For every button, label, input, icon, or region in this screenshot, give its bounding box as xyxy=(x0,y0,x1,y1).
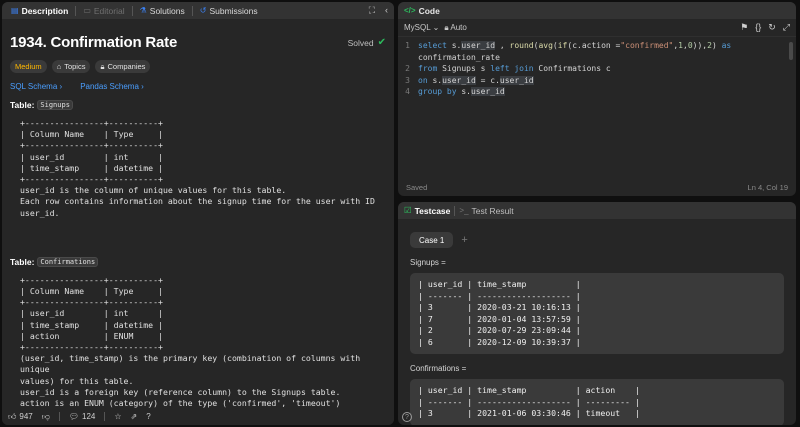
code-toolbar: MySQL ⌄ 🔒︎ Auto ⚑ {} ↻ ⤢ xyxy=(398,19,796,37)
cursor-position: Ln 4, Col 19 xyxy=(747,182,788,192)
chevron-right-icon: › xyxy=(59,82,63,91)
tab-testcase[interactable]: ☑ Testcase xyxy=(404,205,450,216)
help-icon[interactable]: ? xyxy=(146,412,150,421)
help-icon[interactable]: ? xyxy=(402,412,412,422)
document-icon: ▤ xyxy=(11,6,19,15)
description-footer: 👍︎ 947 👎︎ 💬︎ 124 ☆ ⇗ ? xyxy=(2,408,394,425)
description-panel: ▤ Description ▭ Editorial ⚗ Solutions ↺ … xyxy=(2,2,394,425)
language-select[interactable]: MySQL ⌄ xyxy=(404,23,439,32)
schema-links: SQL Schema › Pandas Schema › xyxy=(10,82,386,91)
description-content: 1934. Confirmation Rate Solved ✔ Medium … xyxy=(2,19,394,408)
maximize-icon[interactable]: ⛶ xyxy=(369,5,375,16)
companies-badge[interactable]: 🔒︎ Companies xyxy=(95,60,151,73)
code-line: 4 group by s.user_id xyxy=(405,87,505,96)
expand-icon[interactable]: ⤢ xyxy=(783,22,790,33)
thumbs-up-icon: 👍︎ xyxy=(8,411,17,421)
case-tabs: Case 1 + xyxy=(410,232,796,248)
book-icon: ▭ xyxy=(83,6,91,15)
testcase-panel: ☑ Testcase >_ Test Result Case 1 + Signu… xyxy=(398,202,796,425)
code-line: 2 from Signups s left join Confirmations… xyxy=(405,64,611,73)
tab-solutions[interactable]: ⚗ Solutions xyxy=(137,6,188,16)
code-line: 3 on s.user_id = c.user_id xyxy=(405,75,534,85)
divider xyxy=(75,5,77,16)
table-title-signups: Table: Signups xyxy=(10,100,386,110)
title-row: 1934. Confirmation Rate Solved ✔ xyxy=(10,34,386,51)
divider xyxy=(58,412,60,421)
chevron-down-icon: ⌄ xyxy=(432,23,440,32)
code-line: 1 select s.user_id , round(avg(if(c.acti… xyxy=(405,41,732,50)
editor-status-bar: Saved Ln 4, Col 19 xyxy=(406,182,788,192)
signups-schema: +----------------+----------+ | Column N… xyxy=(20,118,163,185)
code-line-text: on s.user_id = c.user_id xyxy=(418,75,534,85)
flask-icon: ⚗ xyxy=(139,6,147,15)
editor-scrollbar[interactable] xyxy=(789,42,793,60)
thumbs-down-icon[interactable]: 👎︎ xyxy=(42,412,50,422)
tab-code[interactable]: Code xyxy=(419,6,440,16)
terminal-icon: >_ xyxy=(459,206,469,215)
share-icon[interactable]: ⇗ xyxy=(131,412,138,421)
chevron-right-icon: › xyxy=(141,82,144,91)
code-panel: </> Code MySQL ⌄ 🔒︎ Auto ⚑ {} ↻ ⤢ 1 sele… xyxy=(398,2,796,196)
confirmations-description: (user_id, time_stamp) is the primary key… xyxy=(20,353,361,408)
lock-icon: 🔒︎ xyxy=(444,22,449,32)
code-line: confirmation_rate xyxy=(398,52,796,64)
sql-schema-link[interactable]: SQL Schema › xyxy=(10,82,62,91)
confirmations-input[interactable]: | user_id | time_stamp | action | | ----… xyxy=(410,379,784,425)
auto-mode-toggle[interactable]: 🔒︎ Auto xyxy=(444,23,467,33)
divider xyxy=(454,205,456,216)
tab-description[interactable]: ▤ Description xyxy=(8,6,71,16)
testcase-tab-bar: ☑ Testcase >_ Test Result xyxy=(398,202,796,219)
checkbox-icon: ☑ xyxy=(404,205,412,215)
code-line-text: group by s.user_id xyxy=(418,87,505,96)
signups-input[interactable]: | user_id | time_stamp | | ------- | ---… xyxy=(410,273,784,354)
table-name-chip: Confirmations xyxy=(37,256,99,267)
confirmations-table-text: | user_id | time_stamp | action | | ----… xyxy=(418,385,640,418)
tag-icon: ⌂ xyxy=(56,62,62,71)
signups-description: user_id is the column of unique values f… xyxy=(20,185,375,218)
code-line-text: confirmation_rate xyxy=(418,52,500,62)
comment-icon: 💬︎ xyxy=(68,412,80,421)
table-title-confirmations: Table: Confirmations xyxy=(10,256,386,267)
check-circle-icon: ✔ xyxy=(377,37,386,48)
code-icon: </> xyxy=(404,6,416,15)
signups-input-label: Signups = xyxy=(410,258,446,267)
divider xyxy=(191,5,193,16)
problem-title: 1934. Confirmation Rate xyxy=(10,34,178,51)
bookmark-icon[interactable]: ⚑ xyxy=(740,22,748,33)
badge-row: Medium ⌂ Topics 🔒︎ Companies xyxy=(10,60,386,73)
case-1-tab[interactable]: Case 1 xyxy=(410,232,454,248)
code-line-text: from Signups s left join Confirmations c xyxy=(418,64,611,73)
divider xyxy=(104,412,106,421)
pandas-schema-link[interactable]: Pandas Schema › xyxy=(80,82,144,91)
editor-controls: ⚑ {} ↻ ⤢ xyxy=(740,22,790,33)
tab-editorial[interactable]: ▭ Editorial xyxy=(80,6,127,16)
format-code-icon[interactable]: {} xyxy=(755,22,761,33)
table-name-chip: Signups xyxy=(37,100,73,110)
lock-icon: 🔒︎ xyxy=(100,61,105,71)
code-editor[interactable]: 1 select s.user_id , round(avg(if(c.acti… xyxy=(398,40,796,98)
collapse-left-icon[interactable]: ‹ xyxy=(385,5,388,16)
confirmations-input-label: Confirmations = xyxy=(410,364,467,373)
reset-icon[interactable]: ↻ xyxy=(768,22,776,33)
tab-test-result[interactable]: >_ Test Result xyxy=(459,206,513,216)
topics-badge[interactable]: ⌂ Topics xyxy=(51,60,91,73)
code-line-text: select s.user_id , round(avg(if(c.action… xyxy=(418,41,732,50)
code-tab-bar: </> Code xyxy=(398,2,796,19)
signups-table-text: | user_id | time_stamp | | ------- | ---… xyxy=(418,279,581,347)
difficulty-badge: Medium xyxy=(10,60,47,73)
tab-submissions[interactable]: ↺ Submissions xyxy=(197,6,261,16)
star-icon[interactable]: ☆ xyxy=(114,412,121,421)
solved-status: Solved ✔ xyxy=(347,37,386,48)
like-button[interactable]: 👍︎ 947 xyxy=(8,412,33,422)
comments-button[interactable]: 💬︎ 124 xyxy=(69,412,96,421)
left-tab-bar: ▤ Description ▭ Editorial ⚗ Solutions ↺ … xyxy=(2,2,394,19)
confirmations-schema: +----------------+----------+ | Column N… xyxy=(20,274,163,353)
history-icon: ↺ xyxy=(199,6,207,15)
panel-controls: ⛶ ‹ xyxy=(369,5,388,16)
divider xyxy=(131,5,133,16)
add-case-icon[interactable]: + xyxy=(461,234,467,246)
